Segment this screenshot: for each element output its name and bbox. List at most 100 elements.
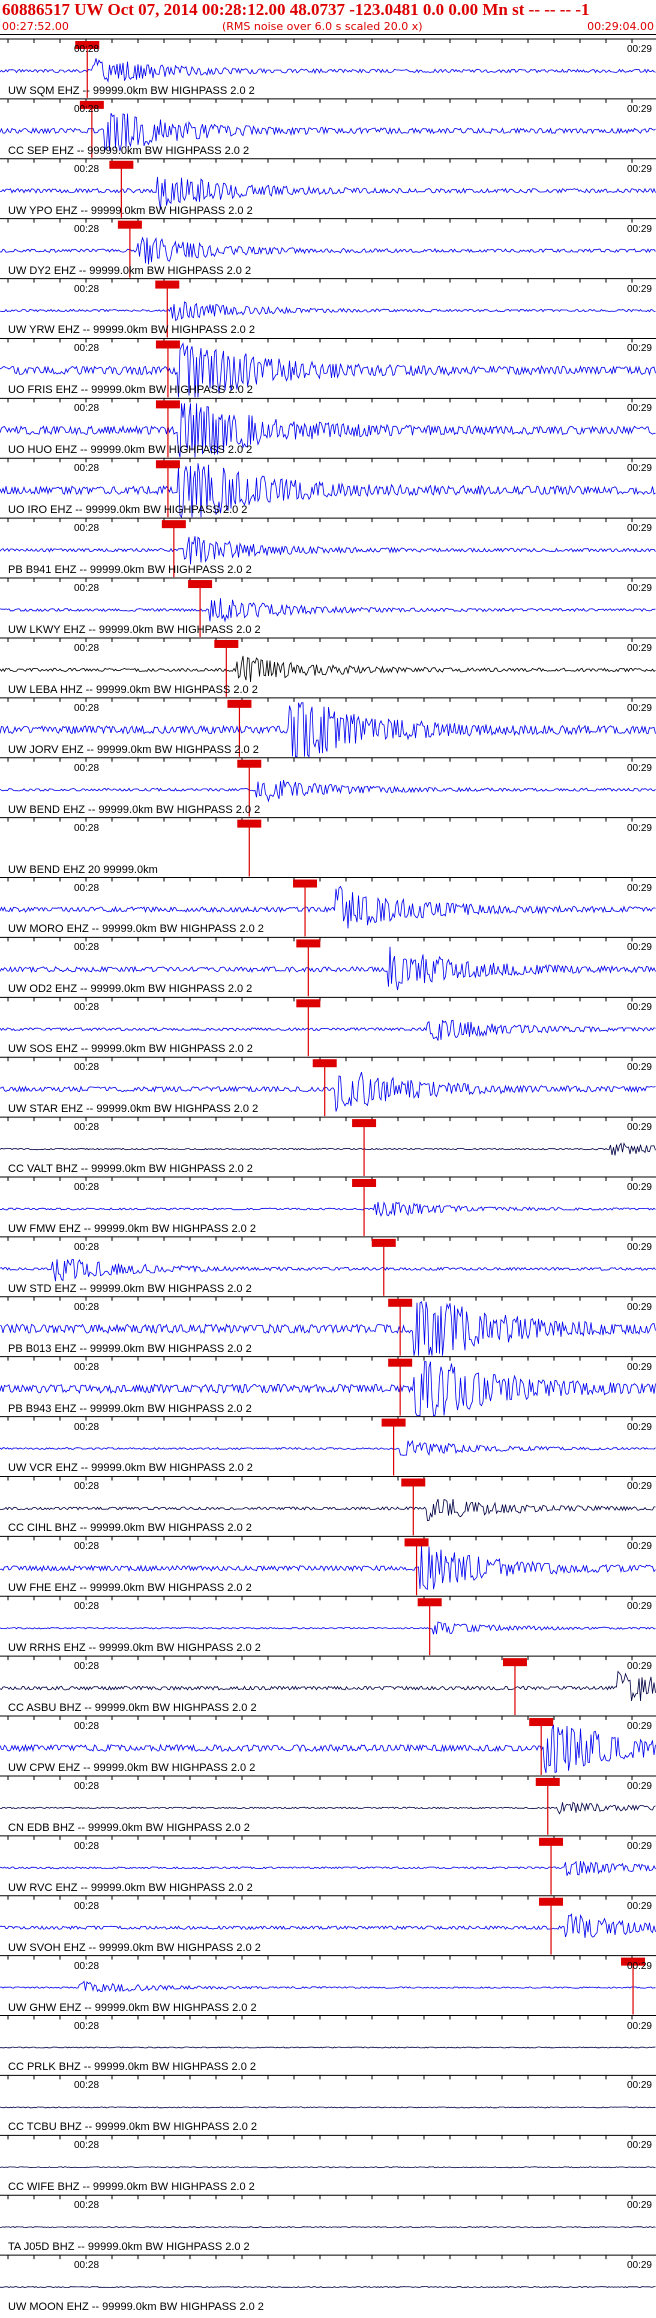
pick-flag [404, 1538, 429, 1547]
station-label: CC PRLK BHZ -- 99999.0km BW HIGHPASS 2.0… [8, 2061, 256, 2074]
tick-label-left: 00:28 [74, 762, 100, 774]
station-label: UW LEBA HHZ -- 99999.0km BW HIGHPASS 2.0… [8, 683, 258, 696]
tick-label-right: 00:29 [626, 2260, 652, 2272]
pick-flag [529, 1718, 554, 1727]
pick-flag [539, 1897, 564, 1906]
pick-flag [214, 639, 239, 648]
pick-flag [109, 160, 134, 169]
station-label: UW BEND EHZ -- 99999.0km BW HIGHPASS 2.0… [8, 803, 261, 816]
tick-label-left: 00:28 [74, 1361, 100, 1373]
pick-flag [155, 280, 180, 289]
station-label: UW JORV EHZ -- 99999.0km BW HIGHPASS 2.0… [8, 743, 259, 756]
tick-label-left: 00:28 [74, 2140, 100, 2152]
tick-label-left: 00:28 [74, 223, 100, 235]
pick-flag [371, 1238, 396, 1247]
tick-label-right: 00:29 [626, 463, 652, 475]
tick-label-left: 00:28 [74, 1481, 100, 1493]
tick-label-left: 00:28 [74, 2080, 100, 2092]
pick-flag [352, 1179, 377, 1187]
waveform [0, 1142, 656, 1156]
tick-label-right: 00:29 [626, 1481, 652, 1493]
tick-label-left: 00:28 [74, 1301, 100, 1313]
waveform [0, 655, 656, 683]
trace-panel: 00:28 00:29 UW SQM EHZ -- 99999.0km BW HIG… [0, 0, 656, 2318]
tick-label-left: 00:28 [74, 1002, 100, 1014]
station-label: UW VCR EHZ -- 99999.0km BW HIGHPASS 2.0 … [8, 1462, 253, 1475]
tick-label-right: 00:29 [626, 1780, 652, 1792]
station-label: CC TCBU BHZ -- 99999.0km BW HIGHPASS 2.0… [8, 2121, 257, 2134]
station-label: UW SVOH EHZ -- 99999.0km BW HIGHPASS 2.0… [8, 1941, 261, 1954]
tick-label-left: 00:28 [74, 2020, 100, 2032]
waveform [0, 2166, 656, 2169]
tick-label-left: 00:28 [74, 1840, 100, 1852]
station-label: UW BEND EHZ 20 99999.0km [8, 863, 158, 876]
pick-flag [155, 460, 180, 469]
waveform [0, 1439, 656, 1456]
tick-label-left: 00:28 [74, 822, 100, 834]
station-label: UW FMW EHZ -- 99999.0km BW HIGHPASS 2.0 … [8, 1222, 256, 1235]
tick-label-left: 00:28 [74, 1601, 100, 1613]
station-label: UW STD EHZ -- 99999.0km BW HIGHPASS 2.0 … [8, 1282, 252, 1295]
tick-label-right: 00:29 [626, 223, 652, 235]
tick-label-left: 00:28 [74, 2260, 100, 2272]
station-label: UW FHE EHZ -- 99999.0km BW HIGHPASS 2.0 … [8, 1582, 252, 1595]
station-label: UO FRIS EHZ -- 99999.0km BW HIGHPASS 2.0… [8, 384, 253, 397]
tick-label-left: 00:28 [74, 1421, 100, 1433]
tick-label-left: 00:28 [74, 523, 100, 535]
waveform [0, 598, 656, 623]
tick-label-right: 00:29 [626, 103, 652, 115]
pick-flag [381, 1418, 406, 1427]
waveform [0, 1201, 656, 1217]
station-label: UW RRHS EHZ -- 99999.0km BW HIGHPASS 2.0… [8, 1642, 261, 1655]
station-label: UW OD2 EHZ -- 99999.0km BW HIGHPASS 2.0 … [8, 983, 253, 996]
station-label: PB B943 EHZ -- 99999.0km BW HIGHPASS 2.0… [8, 1402, 252, 1415]
tick-label-right: 00:29 [626, 583, 652, 595]
station-label: CN EDB BHZ -- 99999.0km BW HIGHPASS 2.0 … [8, 1821, 250, 1834]
tick-label-right: 00:29 [626, 1182, 652, 1193]
tick-label-right: 00:29 [626, 2080, 652, 2092]
station-label: UW MOON EHZ -- 99999.0km BW HIGHPASS 2.0… [8, 2301, 264, 2313]
station-label: UW SQM EHZ -- 99999.0km BW HIGHPASS 2.0 … [8, 84, 255, 97]
tick-label-right: 00:29 [626, 1900, 652, 1912]
waveform [0, 1258, 656, 1282]
pick-flag [312, 1059, 337, 1068]
tick-label-right: 00:29 [626, 1241, 652, 1253]
pick-flag [417, 1598, 442, 1607]
tick-label-right: 00:29 [626, 2140, 652, 2152]
tick-label-right: 00:29 [626, 1601, 652, 1613]
pick-flag [155, 340, 180, 349]
waveform [0, 780, 656, 803]
tick-label-left: 00:28 [74, 1541, 100, 1553]
waveform [0, 2106, 656, 2109]
pick-flag [188, 580, 213, 589]
waveform [0, 301, 656, 321]
tick-label-right: 00:29 [626, 1002, 652, 1014]
station-label: UO IRO EHZ -- 99999.0km BW HIGHPASS 2.0 … [8, 504, 248, 517]
waveform [0, 58, 656, 83]
station-label: UW SOS EHZ -- 99999.0km BW HIGHPASS 2.0 … [8, 1043, 253, 1056]
station-label: CC ASBU BHZ -- 99999.0km BW HIGHPASS 2.0… [8, 1702, 257, 1715]
tick-label-left: 00:28 [74, 642, 100, 654]
pick-flag [388, 1358, 413, 1367]
pick-flag [161, 520, 186, 529]
tick-label-left: 00:28 [74, 1182, 100, 1193]
station-label: UW MORO EHZ -- 99999.0km BW HIGHPASS 2.0… [8, 923, 264, 936]
tick-label-left: 00:28 [74, 1780, 100, 1792]
tick-label-right: 00:29 [626, 822, 652, 834]
waveform [0, 1019, 656, 1041]
tick-label-right: 00:29 [626, 2020, 652, 2032]
tick-label-right: 00:29 [626, 1960, 652, 1972]
tick-label-right: 00:29 [626, 403, 652, 415]
tick-label-left: 00:28 [74, 283, 100, 295]
tick-label-right: 00:29 [626, 882, 652, 894]
tick-label-left: 00:28 [74, 882, 100, 894]
tick-label-right: 00:29 [626, 1301, 652, 1313]
tick-label-right: 00:29 [626, 1361, 652, 1373]
pick-flag [117, 220, 142, 229]
tick-label-left: 00:28 [74, 1062, 100, 1074]
waveform [0, 2286, 656, 2288]
tick-label-right: 00:29 [626, 343, 652, 355]
pick-flag [539, 1837, 564, 1846]
tick-label-left: 00:28 [74, 403, 100, 415]
waveform [0, 1801, 656, 1815]
